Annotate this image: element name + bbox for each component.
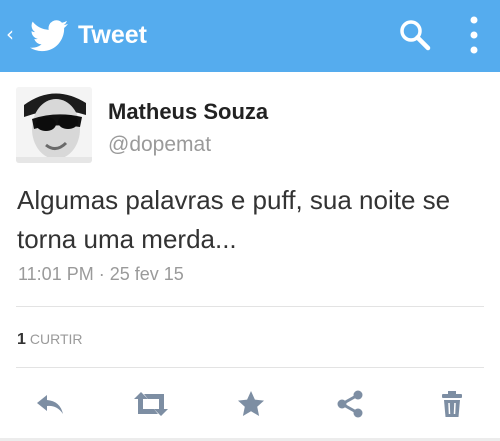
reply-icon[interactable]: [35, 389, 65, 419]
likes-stat[interactable]: 1 CURTIR: [17, 327, 83, 352]
delete-trash-icon[interactable]: [437, 389, 467, 419]
tweet-text: Algumas palavras e puff, sua noite se to…: [17, 185, 451, 254]
display-name[interactable]: Matheus Souza: [108, 98, 268, 126]
avatar[interactable]: [16, 87, 92, 163]
page-title: Tweet: [78, 21, 147, 49]
divider: [16, 306, 484, 307]
favorite-star-icon[interactable]: [236, 389, 266, 419]
chevron-left-icon[interactable]: ‹: [6, 22, 18, 46]
username[interactable]: @dopemat: [108, 131, 211, 159]
likes-count: 1: [17, 331, 26, 348]
tweet-timestamp: 11:01 PM · 25 fev 15: [18, 264, 184, 284]
retweet-icon[interactable]: [132, 389, 170, 419]
search-icon[interactable]: [398, 18, 432, 52]
app-bar: ‹ Tweet: [0, 0, 500, 72]
likes-label: CURTIR: [29, 331, 83, 347]
twitter-bird-icon[interactable]: [30, 20, 68, 52]
divider: [16, 367, 484, 368]
share-icon[interactable]: [335, 389, 365, 419]
more-vertical-icon[interactable]: [462, 14, 486, 56]
